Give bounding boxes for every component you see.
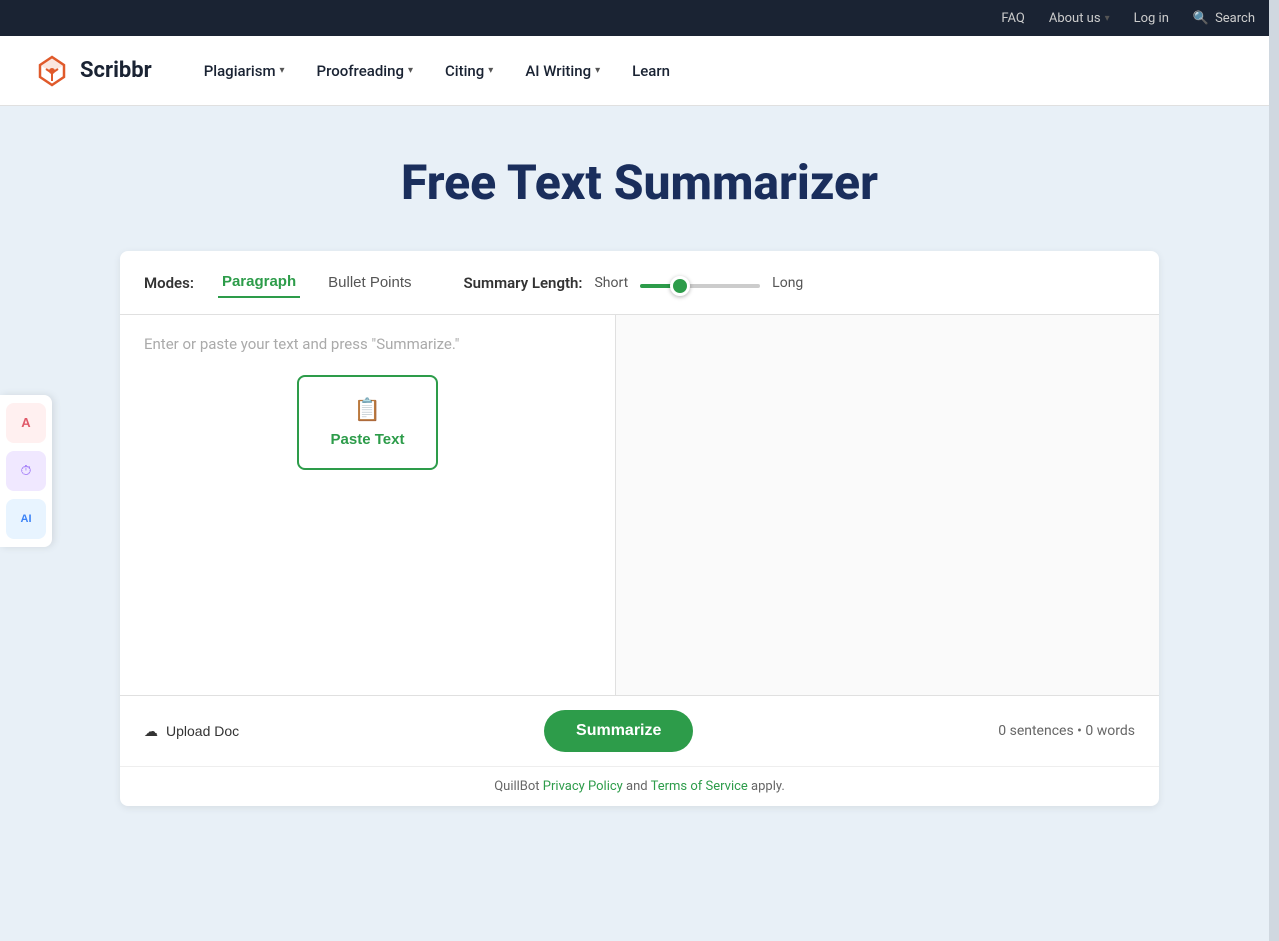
citing-chevron: ▾ <box>488 65 493 76</box>
modes-label: Modes: <box>144 274 194 292</box>
ai-search-icon: AI <box>21 513 32 525</box>
summarize-button[interactable]: Summarize <box>544 710 693 752</box>
left-panel: Enter or paste your text and press "Summ… <box>120 315 616 695</box>
logo[interactable]: Scribbr <box>32 51 152 91</box>
sidebar-ai-btn[interactable]: AI <box>6 499 46 539</box>
footer-note: QuillBot Privacy Policy and Terms of Ser… <box>120 766 1159 806</box>
clock-icon: ⏱ <box>21 462 32 479</box>
ai-writing-chevron: ▾ <box>595 65 600 76</box>
logo-icon <box>32 51 72 91</box>
bullet-points-mode-btn[interactable]: Bullet Points <box>324 268 415 297</box>
paste-btn-wrapper: 📋 Paste Text <box>144 375 591 470</box>
terms-link[interactable]: Terms of Service <box>651 779 748 794</box>
right-panel <box>616 315 1159 695</box>
bottom-bar: ☁ Upload Doc Summarize 0 sentences • 0 w… <box>120 695 1159 766</box>
search-icon: 🔍 <box>1193 11 1209 26</box>
about-us-chevron: ▾ <box>1105 13 1110 24</box>
editor-area: Enter or paste your text and press "Summ… <box>120 315 1159 695</box>
top-bar: FAQ About us ▾ Log in 🔍 Search <box>0 0 1279 36</box>
nav-plagiarism[interactable]: Plagiarism ▾ <box>192 54 297 88</box>
length-short-label: Short <box>594 275 628 291</box>
tool-container: Modes: Paragraph Bullet Points Summary L… <box>120 251 1159 806</box>
plagiarism-chevron: ▾ <box>280 65 285 76</box>
clipboard-icon: 📋 <box>354 397 381 423</box>
word-count-display: 0 sentences • 0 words <box>998 723 1135 739</box>
length-slider[interactable] <box>640 284 760 288</box>
tool-wrapper: Modes: Paragraph Bullet Points Summary L… <box>0 251 1279 846</box>
summary-length-section: Summary Length: Short Long <box>464 273 804 292</box>
upload-icon: ☁ <box>144 723 158 740</box>
main-nav: Scribbr Plagiarism ▾ Proofreading ▾ Citi… <box>0 36 1279 106</box>
logo-text: Scribbr <box>80 58 152 83</box>
modes-bar: Modes: Paragraph Bullet Points Summary L… <box>120 251 1159 315</box>
proofreading-chevron: ▾ <box>408 65 413 76</box>
nav-items: Plagiarism ▾ Proofreading ▾ Citing ▾ AI … <box>192 54 682 88</box>
text-input-area[interactable]: Enter or paste your text and press "Summ… <box>120 315 615 695</box>
search-link[interactable]: 🔍 Search <box>1193 11 1255 26</box>
privacy-policy-link[interactable]: Privacy Policy <box>543 779 623 794</box>
scrollbar[interactable] <box>1269 0 1279 941</box>
sidebar-grammar-btn[interactable]: A <box>6 403 46 443</box>
upload-doc-button[interactable]: ☁ Upload Doc <box>144 723 239 740</box>
sidebar-icons: A ⏱ AI <box>0 395 52 547</box>
page-title: Free Text Summarizer <box>20 154 1259 211</box>
login-link[interactable]: Log in <box>1134 11 1169 26</box>
about-us-link[interactable]: About us ▾ <box>1049 11 1110 26</box>
input-placeholder: Enter or paste your text and press "Summ… <box>144 335 459 353</box>
paragraph-mode-btn[interactable]: Paragraph <box>218 267 300 298</box>
faq-link[interactable]: FAQ <box>1001 11 1024 26</box>
hero-section: Free Text Summarizer <box>0 106 1279 251</box>
paste-text-button[interactable]: 📋 Paste Text <box>297 375 439 470</box>
length-long-label: Long <box>772 275 803 291</box>
sidebar-clock-btn[interactable]: ⏱ <box>6 451 46 491</box>
nav-ai-writing[interactable]: AI Writing ▾ <box>513 54 612 88</box>
nav-learn[interactable]: Learn <box>620 54 682 88</box>
nav-citing[interactable]: Citing ▾ <box>433 54 505 88</box>
nav-proofreading[interactable]: Proofreading ▾ <box>305 54 425 88</box>
length-slider-container <box>640 273 760 292</box>
grammar-icon: A <box>21 415 30 430</box>
summary-length-label: Summary Length: <box>464 274 583 292</box>
